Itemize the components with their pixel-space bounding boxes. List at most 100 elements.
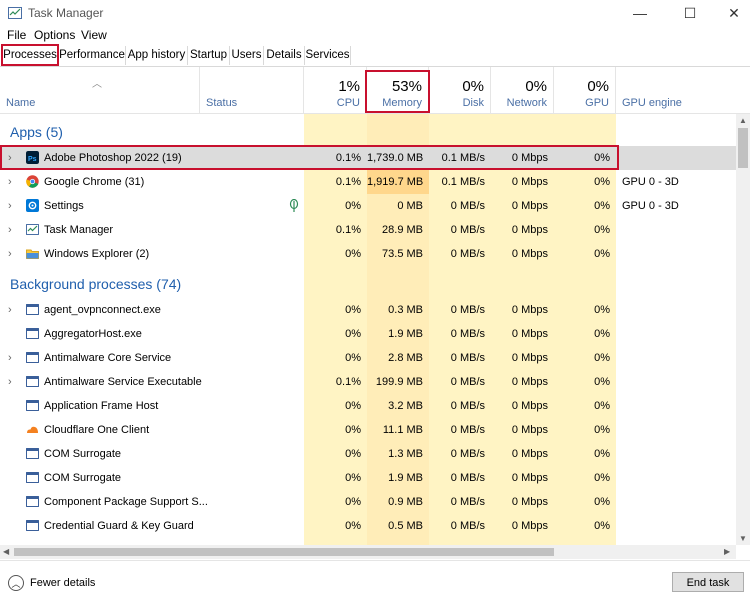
process-name: Settings bbox=[44, 200, 84, 212]
header-disk[interactable]: 0% Disk bbox=[429, 67, 491, 113]
table-row[interactable]: › agent_ovpnconnect.exe 0% 0.3 MB 0 MB/s… bbox=[0, 298, 736, 322]
expand-chevron-icon[interactable]: › bbox=[8, 298, 12, 322]
header-name[interactable]: ︿ Name bbox=[0, 67, 200, 113]
svg-text:Ps: Ps bbox=[28, 156, 37, 163]
process-name: AggregatorHost.exe bbox=[44, 328, 142, 340]
network-value: 0 Mbps bbox=[511, 152, 548, 164]
cpu-value: 0.1% bbox=[335, 176, 361, 188]
cpu-value: 0% bbox=[345, 248, 361, 260]
group-background[interactable]: Background processes (74) bbox=[10, 270, 181, 298]
exe-window-icon bbox=[26, 472, 39, 483]
tab-processes[interactable]: Processes bbox=[1, 44, 59, 66]
table-row[interactable]: › Settings 0% 0 MB 0 MB/s 0 Mbps 0% GPU … bbox=[0, 194, 736, 218]
header-memory[interactable]: 53% Memory bbox=[367, 67, 429, 113]
photoshop-icon: Ps bbox=[26, 151, 39, 164]
expand-chevron-icon[interactable]: › bbox=[8, 242, 12, 266]
network-value: 0 Mbps bbox=[511, 472, 548, 484]
disk-value: 0 MB/s bbox=[450, 520, 485, 532]
network-value: 0 Mbps bbox=[511, 424, 548, 436]
exe-window-icon bbox=[26, 304, 39, 315]
process-name: Application Frame Host bbox=[44, 400, 159, 412]
exe-window-icon bbox=[26, 352, 39, 363]
scroll-up-arrow-icon[interactable]: ▲ bbox=[739, 116, 747, 125]
memory-value: 3.2 MB bbox=[388, 400, 423, 412]
process-grid: Apps (5) › Ps Adobe Photoshop 2022 (19) … bbox=[0, 114, 736, 545]
fewer-details-link[interactable]: ︿ Fewer details bbox=[8, 575, 95, 591]
memory-value: 1.9 MB bbox=[388, 328, 423, 340]
table-row[interactable]: › Task Manager 0.1% 28.9 MB 0 MB/s 0 Mbp… bbox=[0, 218, 736, 242]
cloudflare-icon bbox=[27, 426, 38, 433]
table-row[interactable]: › Antimalware Core Service 0% 2.8 MB 0 M… bbox=[0, 346, 736, 370]
horizontal-scroll-thumb[interactable] bbox=[14, 548, 554, 556]
table-row[interactable]: AggregatorHost.exe 0% 1.9 MB 0 MB/s 0 Mb… bbox=[0, 322, 736, 346]
expand-chevron-icon[interactable]: › bbox=[8, 194, 12, 218]
table-row[interactable]: COM Surrogate 0% 1.9 MB 0 MB/s 0 Mbps 0% bbox=[0, 466, 736, 490]
close-button[interactable]: ✕ bbox=[712, 0, 750, 26]
maximize-button[interactable]: ☐ bbox=[668, 0, 712, 26]
menu-file[interactable]: File bbox=[7, 28, 26, 42]
memory-value: 0.9 MB bbox=[388, 496, 423, 508]
table-row[interactable]: › Google Chrome (31) 0.1% 1,919.7 MB 0.1… bbox=[0, 170, 736, 194]
expand-chevron-icon[interactable]: › bbox=[8, 346, 12, 370]
task-manager-icon bbox=[8, 7, 22, 19]
exe-window-icon bbox=[26, 376, 39, 387]
network-value: 0 Mbps bbox=[511, 448, 548, 460]
end-task-button[interactable]: End task bbox=[672, 572, 744, 592]
table-row[interactable]: Application Frame Host 0% 3.2 MB 0 MB/s … bbox=[0, 394, 736, 418]
tab-performance[interactable]: Performance bbox=[59, 46, 126, 65]
table-row[interactable]: › Ps Adobe Photoshop 2022 (19) 0.1% 1,73… bbox=[0, 146, 736, 170]
network-value: 0 Mbps bbox=[511, 224, 548, 236]
minimize-button[interactable]: — bbox=[618, 0, 662, 26]
scroll-right-arrow-icon[interactable]: ▶ bbox=[724, 547, 730, 556]
process-name: Google Chrome (31) bbox=[44, 176, 145, 188]
expand-chevron-icon[interactable]: › bbox=[8, 146, 12, 170]
cpu-value: 0% bbox=[345, 448, 361, 460]
network-value: 0 Mbps bbox=[511, 496, 548, 508]
tab-services[interactable]: Services bbox=[305, 46, 351, 65]
gpu-value: 0% bbox=[594, 200, 610, 212]
sort-up-icon: ︿ bbox=[92, 79, 102, 90]
horizontal-scrollbar[interactable]: ◀ ▶ bbox=[0, 545, 736, 559]
header-gpu[interactable]: 0% GPU bbox=[554, 67, 616, 113]
scroll-down-arrow-icon[interactable]: ▼ bbox=[739, 534, 747, 543]
network-value: 0 Mbps bbox=[511, 520, 548, 532]
tab-app-history[interactable]: App history bbox=[126, 46, 188, 65]
gpu-value: 0% bbox=[594, 152, 610, 164]
cpu-value: 0% bbox=[345, 400, 361, 412]
disk-value: 0 MB/s bbox=[450, 352, 485, 364]
scroll-left-arrow-icon[interactable]: ◀ bbox=[3, 547, 9, 556]
table-row[interactable]: › Antimalware Service Executable 0.1% 19… bbox=[0, 370, 736, 394]
cpu-value: 0% bbox=[345, 424, 361, 436]
tab-details[interactable]: Details bbox=[264, 46, 305, 65]
cpu-value: 0.1% bbox=[335, 376, 361, 388]
network-value: 0 Mbps bbox=[511, 304, 548, 316]
table-row[interactable]: Cloudflare One Client 0% 11.1 MB 0 MB/s … bbox=[0, 418, 736, 442]
process-name: agent_ovpnconnect.exe bbox=[44, 304, 161, 316]
menu-view[interactable]: View bbox=[81, 28, 107, 42]
tab-users[interactable]: Users bbox=[230, 46, 264, 65]
header-status[interactable]: Status bbox=[200, 67, 304, 113]
expand-chevron-icon[interactable]: › bbox=[8, 170, 12, 194]
table-row[interactable]: Component Package Support S... 0% 0.9 MB… bbox=[0, 490, 736, 514]
cpu-value: 0% bbox=[345, 200, 361, 212]
vertical-scroll-thumb[interactable] bbox=[738, 128, 748, 168]
expand-chevron-icon[interactable]: › bbox=[8, 218, 12, 242]
vertical-scrollbar[interactable]: ▲ ▼ bbox=[736, 114, 750, 545]
header-network[interactable]: 0% Network bbox=[491, 67, 554, 113]
group-apps[interactable]: Apps (5) bbox=[10, 118, 63, 146]
expand-chevron-icon[interactable]: › bbox=[8, 370, 12, 394]
table-row[interactable]: COM Surrogate 0% 1.3 MB 0 MB/s 0 Mbps 0% bbox=[0, 442, 736, 466]
chrome-icon bbox=[26, 175, 39, 188]
disk-value: 0 MB/s bbox=[450, 200, 485, 212]
header-cpu[interactable]: 1% CPU bbox=[304, 67, 367, 113]
menu-options[interactable]: Options bbox=[34, 28, 75, 42]
header-gpu-engine[interactable]: GPU engine bbox=[616, 67, 736, 113]
tab-startup[interactable]: Startup bbox=[188, 46, 230, 65]
gpu-value: 0% bbox=[594, 304, 610, 316]
memory-value: 0 MB bbox=[397, 200, 423, 212]
process-name: Antimalware Core Service bbox=[44, 352, 172, 364]
network-value: 0 Mbps bbox=[511, 248, 548, 260]
table-row[interactable]: › Windows Explorer (2) 0% 73.5 MB 0 MB/s… bbox=[0, 242, 736, 266]
table-row[interactable]: Credential Guard & Key Guard 0% 0.5 MB 0… bbox=[0, 514, 736, 538]
exe-window-icon bbox=[26, 448, 39, 459]
